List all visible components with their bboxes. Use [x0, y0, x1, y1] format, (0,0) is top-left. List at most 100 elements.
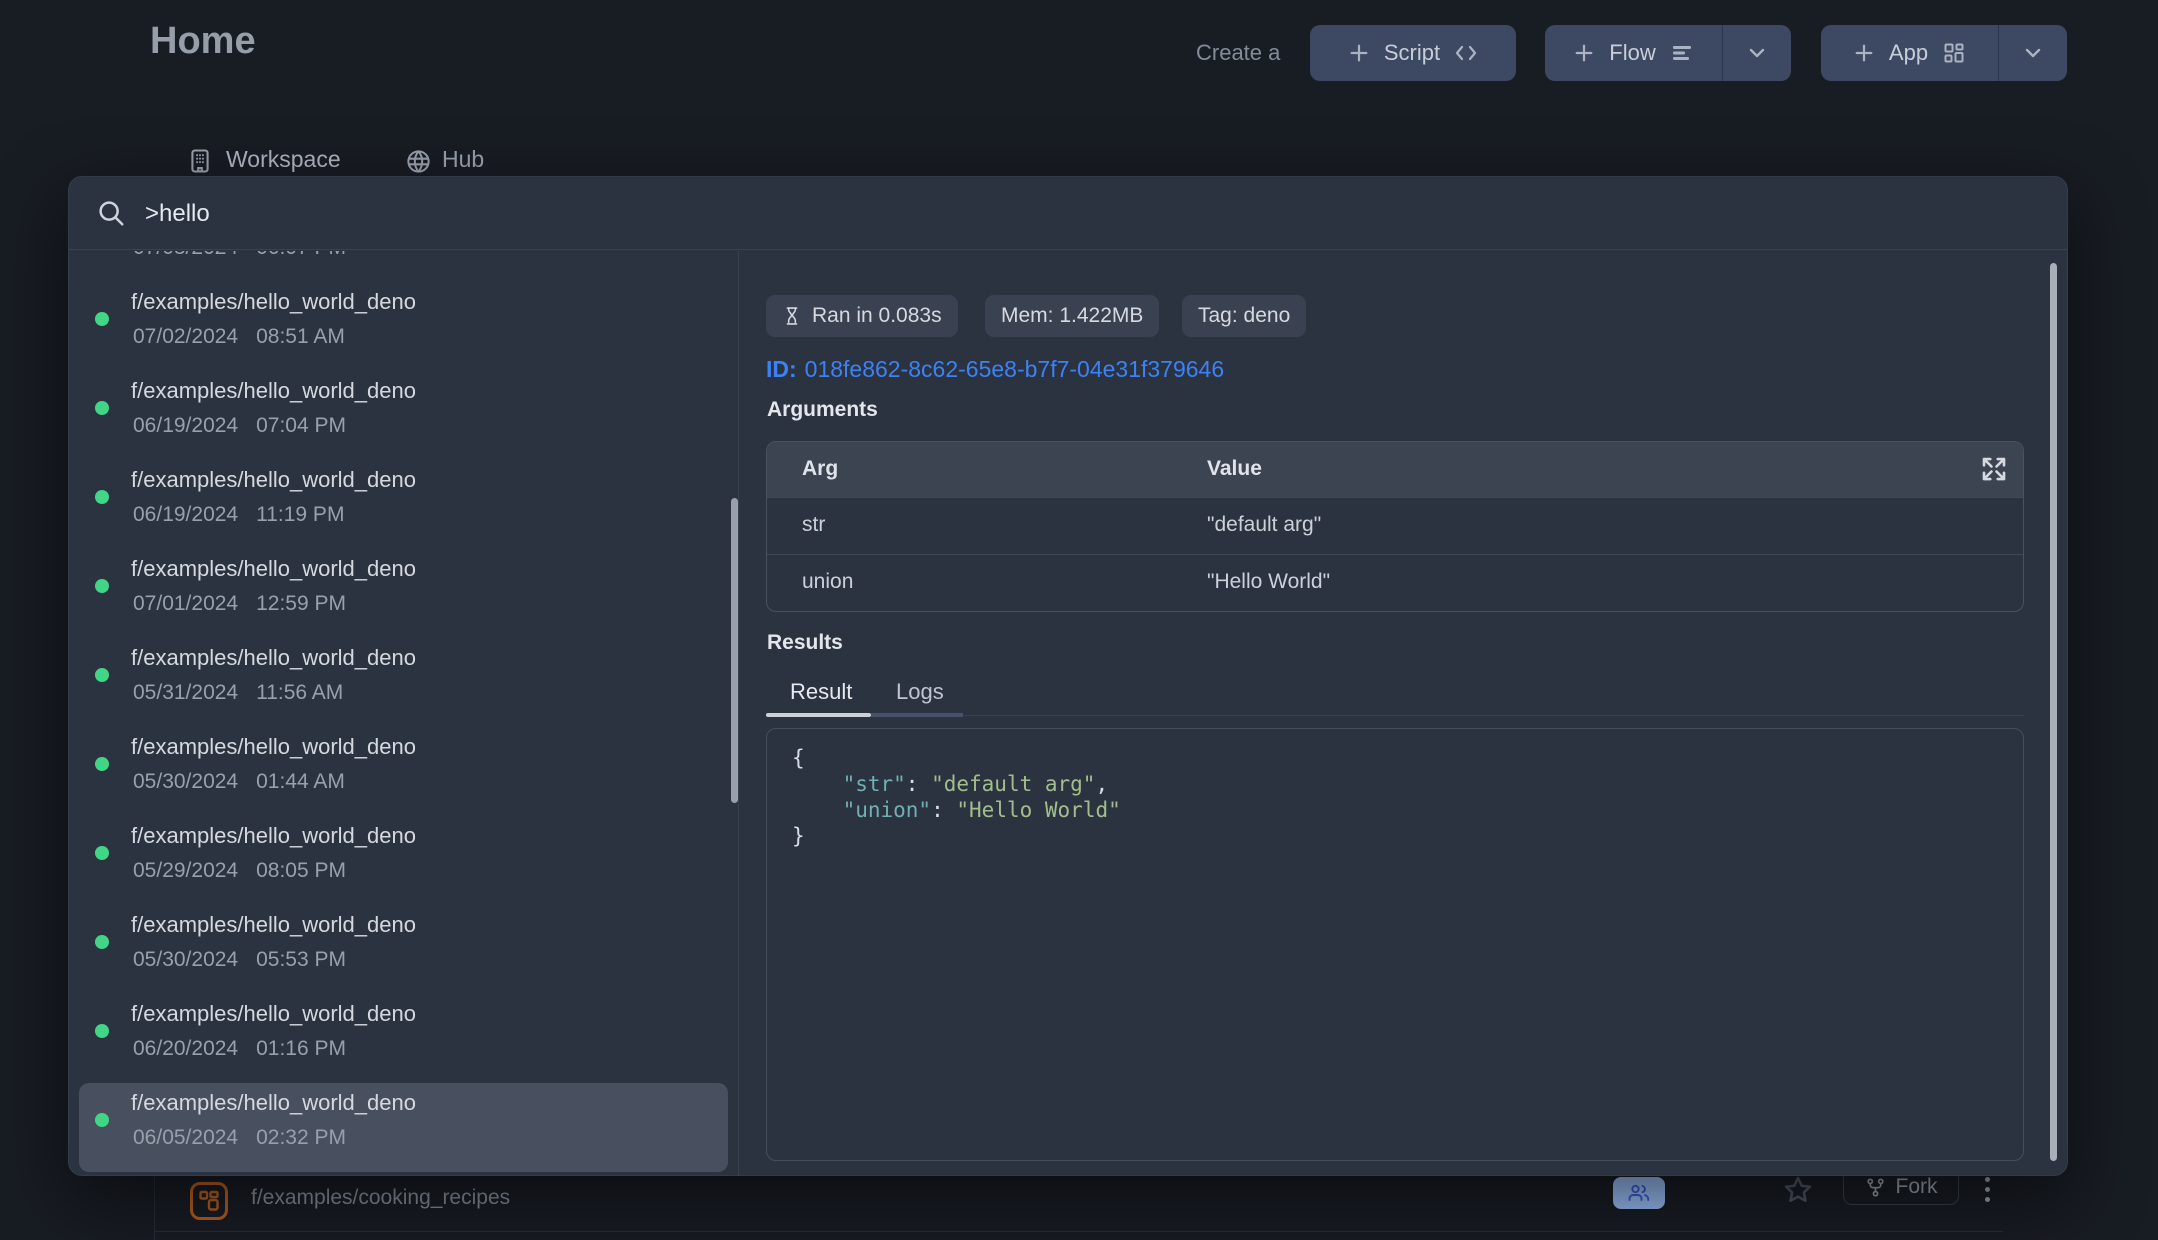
argument-row: union "Hello World" — [767, 554, 2023, 611]
row-divider — [154, 1231, 2003, 1232]
create-app-label: App — [1889, 40, 1928, 66]
run-time: 01:16 PM — [256, 1037, 346, 1061]
inactive-tab-indicator — [871, 713, 963, 717]
memory-badge: Mem: 1.422MB — [985, 295, 1159, 337]
arguments-table: Arg Value str "default arg" union "Hello… — [766, 441, 2024, 612]
git-fork-icon — [1865, 1177, 1886, 1198]
flow-icon — [1670, 41, 1694, 65]
argument-value: "Hello World" — [1207, 570, 1330, 594]
run-timestamp: 05/30/2024 05:53 PM — [133, 948, 346, 972]
create-script-button[interactable]: Script — [1310, 25, 1516, 81]
run-success-dot — [95, 846, 109, 860]
create-script-label: Script — [1384, 40, 1440, 66]
tag-badge: Tag: deno — [1182, 295, 1306, 337]
expand-table-button[interactable] — [1979, 454, 2009, 484]
run-date: 06/20/2024 — [133, 1037, 238, 1061]
code-line: { — [792, 745, 2023, 771]
shared-users-badge — [1613, 1177, 1665, 1209]
run-script-path: f/examples/hello_world_deno — [131, 645, 416, 671]
run-success-dot — [95, 490, 109, 504]
favorite-star-icon[interactable] — [1781, 1173, 1815, 1207]
run-date: 07/01/2024 — [133, 592, 238, 616]
run-date: 07/02/2024 — [133, 325, 238, 349]
run-timestamp: 05/29/2024 08:05 PM — [133, 859, 346, 883]
run-list-item[interactable]: f/examples/hello_world_deno 05/31/2024 1… — [79, 638, 728, 727]
page-title: Home — [150, 20, 256, 63]
run-timestamp: 07/01/2024 12:59 PM — [133, 592, 346, 616]
app-item-path: f/examples/cooking_recipes — [251, 1186, 510, 1210]
detail-panel-scrollbar[interactable] — [2050, 263, 2057, 1161]
run-date: 06/19/2024 — [133, 503, 238, 527]
run-script-path: f/examples/hello_world_deno — [131, 378, 416, 404]
fork-button-label: Fork — [1896, 1175, 1938, 1199]
create-app-button-group: App — [1821, 25, 2067, 81]
tab-workspace[interactable]: Workspace — [226, 146, 341, 173]
arg-column-header: Arg — [802, 457, 838, 481]
run-date: 06/19/2024 — [133, 414, 238, 438]
chevron-down-icon — [1745, 41, 1769, 65]
create-flow-dropdown-button[interactable] — [1722, 25, 1791, 81]
run-list-item[interactable]: f/examples/hello_world_deno 07/02/2024 0… — [79, 282, 728, 371]
result-json-viewer: { "str": "default arg", "union": "Hello … — [766, 728, 2024, 1161]
arguments-table-body: str "default arg" union "Hello World" — [767, 497, 2023, 611]
run-list-item[interactable]: 07/03/2024 06:07 PM — [79, 251, 728, 282]
run-id-link[interactable]: ID: 018fe862-8c62-65e8-b7f7-04e31f379646 — [766, 356, 1224, 383]
kebab-menu-button[interactable] — [1985, 1177, 1990, 1202]
run-script-path: f/examples/hello_world_deno — [131, 734, 416, 760]
palette-search-input[interactable] — [143, 194, 1047, 234]
run-date: 06/05/2024 — [133, 1126, 238, 1150]
run-list-item[interactable]: f/examples/hello_world_deno 06/19/2024 1… — [79, 460, 728, 549]
chevron-down-icon — [2021, 41, 2045, 65]
create-flow-button-group: Flow — [1545, 25, 1791, 81]
plus-icon — [1573, 42, 1595, 64]
run-date: 07/03/2024 — [133, 251, 238, 260]
run-date: 05/31/2024 — [133, 681, 238, 705]
run-history-list: 07/03/2024 06:07 PM f/examples/hello_wor… — [69, 251, 739, 1176]
run-timestamp: 07/02/2024 08:51 AM — [133, 325, 345, 349]
hourglass-icon — [782, 305, 802, 327]
run-success-dot — [95, 935, 109, 949]
search-icon — [96, 198, 126, 228]
run-list-item[interactable]: f/examples/hello_world_deno 05/30/2024 0… — [79, 727, 728, 816]
run-id-label: ID: — [766, 356, 797, 382]
code-line: "union": "Hello World" — [792, 797, 2023, 823]
run-date: 05/30/2024 — [133, 948, 238, 972]
run-script-path: f/examples/hello_world_deno — [131, 1090, 416, 1116]
create-a-label: Create a — [1196, 40, 1280, 66]
results-title: Results — [767, 631, 843, 655]
run-success-dot — [95, 1113, 109, 1127]
run-date: 05/29/2024 — [133, 859, 238, 883]
run-list-scrollbar[interactable] — [731, 498, 738, 803]
run-timestamp: 06/05/2024 02:32 PM — [133, 1126, 346, 1150]
run-list-item[interactable]: f/examples/hello_world_deno 06/19/2024 0… — [79, 371, 728, 460]
run-time: 11:56 AM — [256, 681, 343, 705]
tabs-divider — [963, 715, 2024, 716]
run-list-item[interactable]: f/examples/hello_world_deno 07/01/2024 1… — [79, 549, 728, 638]
run-list-item[interactable]: f/examples/hello_world_deno 06/20/2024 0… — [79, 994, 728, 1083]
create-app-button[interactable]: App — [1821, 25, 1998, 81]
tab-logs[interactable]: Logs — [896, 679, 944, 705]
run-list-item[interactable]: f/examples/hello_world_deno 05/30/2024 0… — [79, 905, 728, 994]
tab-hub[interactable]: Hub — [442, 146, 484, 173]
create-flow-button[interactable]: Flow — [1545, 25, 1722, 81]
create-app-dropdown-button[interactable] — [1998, 25, 2067, 81]
run-id-value: 018fe862-8c62-65e8-b7f7-04e31f379646 — [805, 356, 1224, 382]
run-success-dot — [95, 668, 109, 682]
command-palette-modal: 07/03/2024 06:07 PM f/examples/hello_wor… — [68, 176, 2068, 1176]
run-time: 06:07 PM — [256, 251, 346, 260]
run-time: 07:04 PM — [256, 414, 346, 438]
windmill-home-screen: Home Create a Script Flow — [0, 0, 2158, 1240]
run-script-path: f/examples/hello_world_deno — [131, 912, 416, 938]
plus-icon — [1348, 42, 1370, 64]
code-line: "str": "default arg", — [792, 771, 2023, 797]
arguments-title: Arguments — [767, 398, 878, 422]
tab-result[interactable]: Result — [790, 679, 852, 705]
runtime-badge: Ran in 0.083s — [766, 295, 958, 337]
run-timestamp: 07/03/2024 06:07 PM — [133, 251, 346, 260]
memory-badge-label: Mem: 1.422MB — [1001, 304, 1143, 328]
active-tab-indicator — [766, 713, 871, 717]
run-list-item[interactable]: f/examples/hello_world_deno 05/29/2024 0… — [79, 816, 728, 905]
tag-badge-label: Tag: deno — [1198, 304, 1290, 328]
run-list-item[interactable]: f/examples/hello_world_deno 06/05/2024 0… — [79, 1083, 728, 1172]
run-timestamp: 06/20/2024 01:16 PM — [133, 1037, 346, 1061]
